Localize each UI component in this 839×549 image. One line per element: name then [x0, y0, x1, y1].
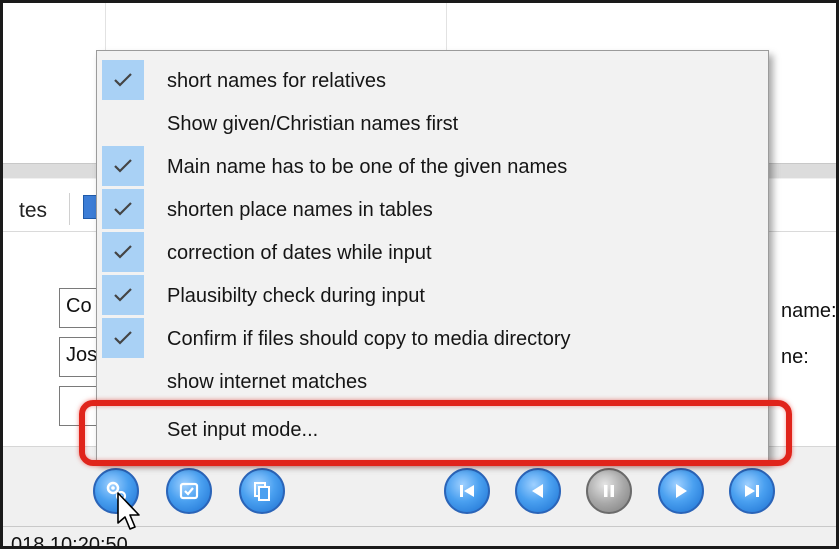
first-record-icon	[460, 485, 474, 497]
checklist-icon	[179, 482, 199, 500]
menu-item-label: correction of dates while input	[167, 242, 432, 264]
pause-icon	[604, 485, 614, 497]
checkmark-icon	[102, 146, 144, 186]
menu-item-main-name-given[interactable]: Main name has to be one of the given nam…	[97, 144, 768, 188]
menu-item-shorten-place-names[interactable]: shorten place names in tables	[97, 187, 768, 231]
pause-button[interactable]	[586, 468, 632, 514]
menu-item-label: show internet matches	[167, 371, 368, 393]
checklist-button[interactable]	[166, 468, 212, 514]
menu-item-label: Confirm if files should copy to media di…	[167, 328, 571, 350]
checkmark-icon	[102, 60, 144, 100]
menu-item-label: Main name has to be one of the given nam…	[167, 156, 568, 178]
checkmark-icon	[102, 275, 144, 315]
last-record-button[interactable]	[729, 468, 775, 514]
menu-item-given-names-first[interactable]: Show given/Christian names first	[97, 101, 768, 145]
checkmark-icon	[102, 232, 144, 272]
next-record-icon	[676, 484, 687, 498]
menu-item-short-names[interactable]: short names for relatives	[97, 58, 768, 102]
checkmark-icon	[102, 318, 144, 358]
next-record-button[interactable]	[658, 468, 704, 514]
previous-record-icon	[532, 484, 543, 498]
menu-item-label: Plausibilty check during input	[167, 285, 425, 307]
tab-separator	[69, 193, 70, 225]
checkmark-icon	[102, 189, 144, 229]
last-record-icon	[745, 485, 759, 497]
menu-item-label: short names for relatives	[167, 70, 386, 92]
copy-button[interactable]	[239, 468, 285, 514]
first-record-button[interactable]	[444, 468, 490, 514]
status-datetime: 018 10:20:50	[11, 534, 128, 549]
previous-record-button[interactable]	[515, 468, 561, 514]
menu-item-plausibility-check[interactable]: Plausibilty check during input	[97, 273, 768, 317]
copy-icon	[254, 482, 270, 501]
menu-item-date-correction[interactable]: correction of dates while input	[97, 230, 768, 274]
mouse-pointer-icon	[117, 492, 140, 530]
tab-notes[interactable]: tes	[19, 199, 47, 223]
menu-item-label: Show given/Christian names first	[167, 113, 459, 135]
highlight-annotation	[79, 400, 792, 466]
menu-item-internet-matches[interactable]: show internet matches	[97, 359, 768, 403]
menu-item-label: shorten place names in tables	[167, 199, 433, 221]
menu-item-confirm-media-copy[interactable]: Confirm if files should copy to media di…	[97, 316, 768, 360]
app-window: tes Co Jos name: ne: 018 10:20:50 short …	[0, 0, 839, 549]
field-label: ne:	[781, 346, 809, 368]
field-label-name: name:	[781, 300, 837, 322]
